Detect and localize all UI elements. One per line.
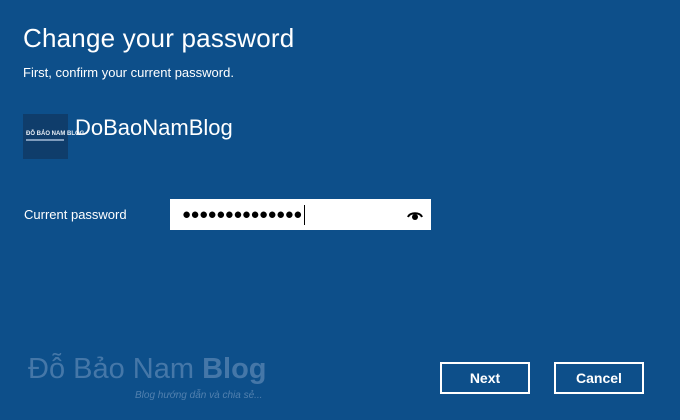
account-avatar: ĐỖ BẢO NAM BLOG xyxy=(23,114,84,159)
watermark-tagline: Blog hướng dẫn và chia sẻ... xyxy=(135,390,263,401)
watermark-title: Đỗ Bảo Nam Blog xyxy=(28,352,267,386)
next-button[interactable]: Next xyxy=(440,362,530,394)
page-subtitle: First, confirm your current password. xyxy=(23,65,234,80)
avatar-logo-underline xyxy=(26,139,64,141)
current-password-input[interactable]: ●●●●●●●●●●●●●● xyxy=(170,199,431,230)
current-password-row: Current password ●●●●●●●●●●●●●● xyxy=(24,199,431,230)
text-caret xyxy=(303,204,305,225)
account-name: DoBaoNamBlog xyxy=(75,115,233,140)
cancel-button[interactable]: Cancel xyxy=(554,362,644,394)
watermark-title-regular: Đỗ Bảo Nam xyxy=(28,353,203,385)
watermark-title-bold: Blog xyxy=(202,353,267,385)
watermark: Đỗ Bảo Nam Blog Blog hướng dẫn và chia s… xyxy=(28,352,267,401)
page-title: Change your password xyxy=(23,23,295,53)
avatar-logo-text: ĐỖ BẢO NAM BLOG xyxy=(26,131,85,137)
account-info: ĐỖ BẢO NAM BLOG DoBaoNamBlog xyxy=(23,114,233,159)
eye-icon[interactable] xyxy=(407,208,423,220)
current-password-label: Current password xyxy=(24,206,127,222)
password-masked-value: ●●●●●●●●●●●●●● xyxy=(182,206,302,223)
